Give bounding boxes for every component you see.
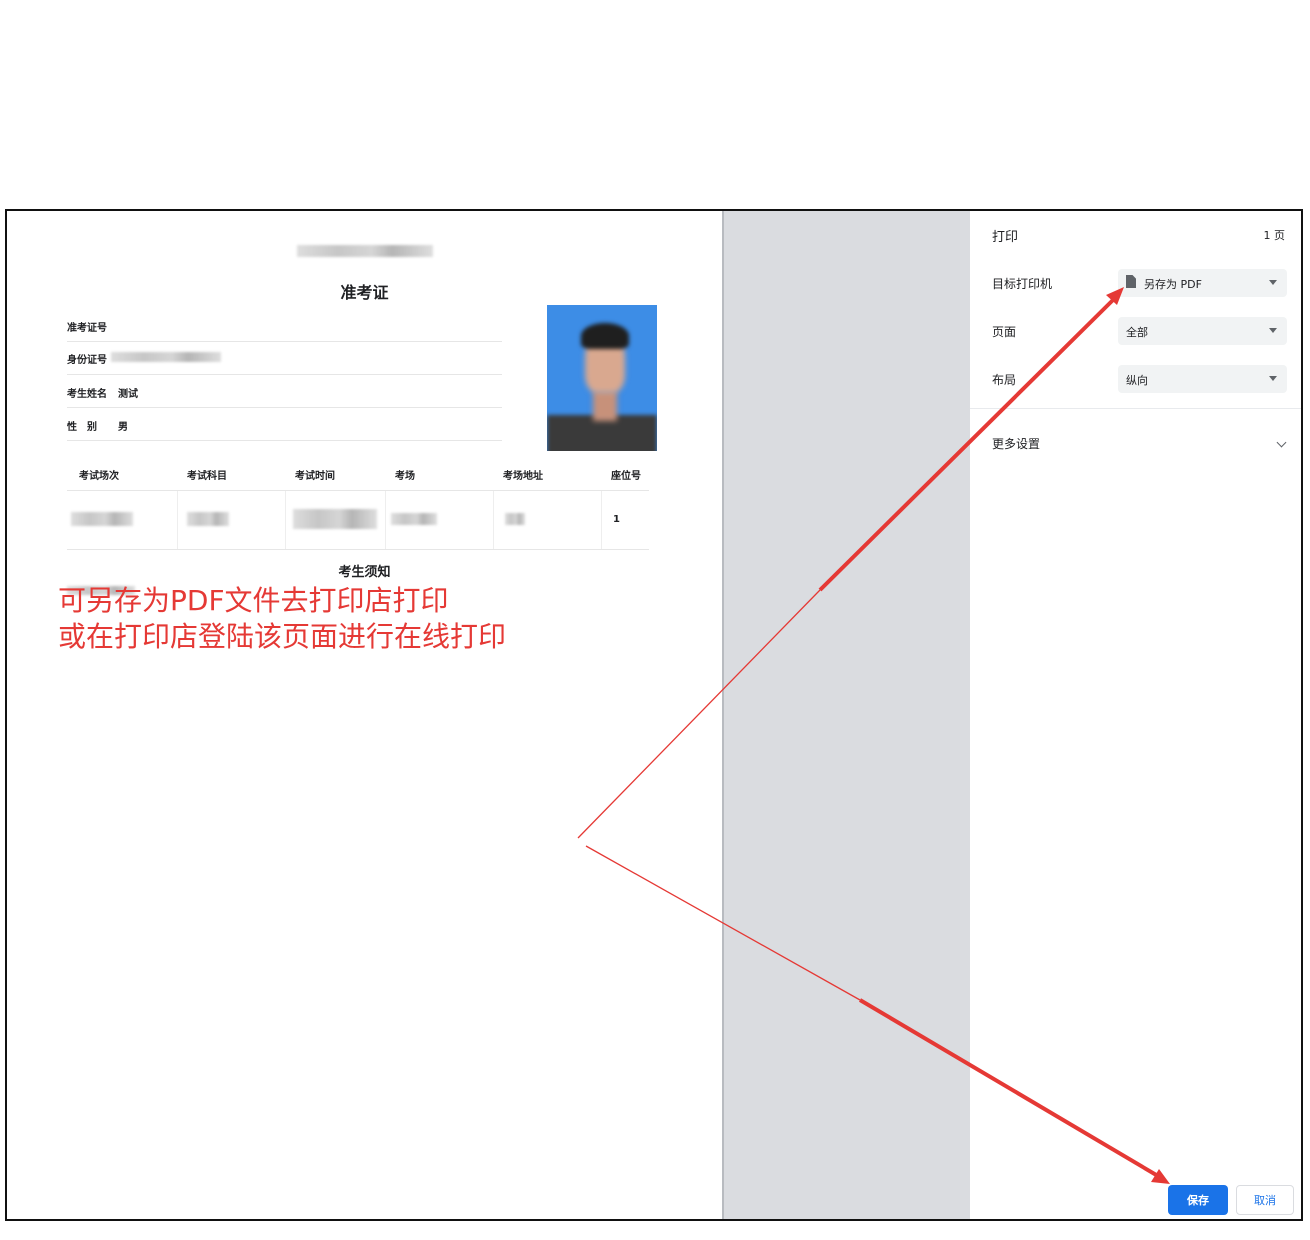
gender-value: 男 bbox=[118, 422, 128, 433]
destination-label: 目标打印机 bbox=[992, 277, 1053, 291]
ticket-no-label: 准考证号 bbox=[67, 323, 107, 334]
print-dialog: 准考证 准考证号 身份证号 考生姓名 测试 性 别 男 考试场次 考试科目 考试… bbox=[5, 209, 1303, 1221]
settings-divider bbox=[970, 408, 1301, 409]
pages-value: 全部 bbox=[1126, 326, 1148, 339]
print-preview-page: 准考证 准考证号 身份证号 考生姓名 测试 性 别 男 考试场次 考试科目 考试… bbox=[7, 211, 722, 1219]
layout-label: 布局 bbox=[992, 373, 1017, 387]
destination-value: 另存为 PDF bbox=[1144, 278, 1202, 291]
redacted-time bbox=[293, 509, 377, 529]
table-divider bbox=[67, 549, 649, 550]
field-divider bbox=[67, 341, 502, 342]
field-divider bbox=[67, 374, 502, 375]
layout-value: 纵向 bbox=[1126, 374, 1148, 387]
name-label: 考生姓名 bbox=[67, 389, 107, 400]
print-title: 打印 bbox=[992, 230, 1019, 245]
table-column-divider bbox=[285, 491, 286, 549]
chevron-down-icon[interactable] bbox=[1276, 437, 1287, 448]
candidate-photo bbox=[547, 305, 657, 451]
id-no-label: 身份证号 bbox=[67, 355, 107, 366]
table-header-room: 考场 bbox=[395, 471, 415, 482]
dropdown-arrow-icon bbox=[1269, 376, 1277, 381]
redacted-org-name bbox=[297, 245, 433, 257]
table-column-divider bbox=[601, 491, 602, 549]
table-header-address: 考场地址 bbox=[503, 471, 543, 482]
pages-select[interactable]: 全部 bbox=[1118, 317, 1287, 345]
table-header-seat: 座位号 bbox=[611, 471, 641, 482]
preview-gutter bbox=[722, 211, 970, 1219]
cancel-button[interactable]: 取消 bbox=[1236, 1185, 1294, 1215]
redacted-id-no bbox=[111, 352, 221, 362]
dropdown-arrow-icon bbox=[1269, 280, 1277, 285]
table-column-divider bbox=[177, 491, 178, 549]
redacted-subject bbox=[187, 512, 229, 526]
annotation-line-1: 可另存为PDF文件去打印店打印 bbox=[58, 584, 449, 617]
gender-label: 性 别 bbox=[67, 422, 97, 433]
redacted-address bbox=[505, 513, 525, 525]
annotation-line-2: 或在打印店登陆该页面进行在线打印 bbox=[58, 620, 507, 653]
more-settings-toggle[interactable]: 更多设置 bbox=[992, 435, 1040, 452]
table-header-subject: 考试科目 bbox=[187, 471, 227, 482]
annotation-text: 可另存为PDF文件去打印店打印 或在打印店登陆该页面进行在线打印 bbox=[58, 583, 506, 655]
destination-select[interactable]: 另存为 PDF bbox=[1118, 269, 1287, 297]
redacted-session bbox=[71, 512, 133, 526]
admit-card-title: 准考证 bbox=[340, 283, 389, 302]
field-divider bbox=[67, 440, 502, 441]
save-button[interactable]: 保存 bbox=[1168, 1185, 1228, 1215]
table-header-time: 考试时间 bbox=[295, 471, 335, 482]
table-header-session: 考试场次 bbox=[79, 471, 119, 482]
print-settings-panel: 打印 1 页 目标打印机 另存为 PDF 页面 全部 布局 纵向 更多设置 保存… bbox=[970, 211, 1301, 1219]
page-count: 1 页 bbox=[1263, 229, 1286, 242]
layout-select[interactable]: 纵向 bbox=[1118, 365, 1287, 393]
document-icon bbox=[1126, 275, 1136, 288]
seat-number: 1 bbox=[613, 514, 620, 525]
table-column-divider bbox=[493, 491, 494, 549]
table-column-divider bbox=[385, 491, 386, 549]
redacted-room bbox=[391, 513, 437, 525]
field-divider bbox=[67, 407, 502, 408]
table-divider bbox=[67, 490, 649, 491]
pages-label: 页面 bbox=[992, 325, 1017, 339]
dropdown-arrow-icon bbox=[1269, 328, 1277, 333]
name-value: 测试 bbox=[118, 389, 138, 400]
notice-title: 考生须知 bbox=[338, 565, 391, 580]
